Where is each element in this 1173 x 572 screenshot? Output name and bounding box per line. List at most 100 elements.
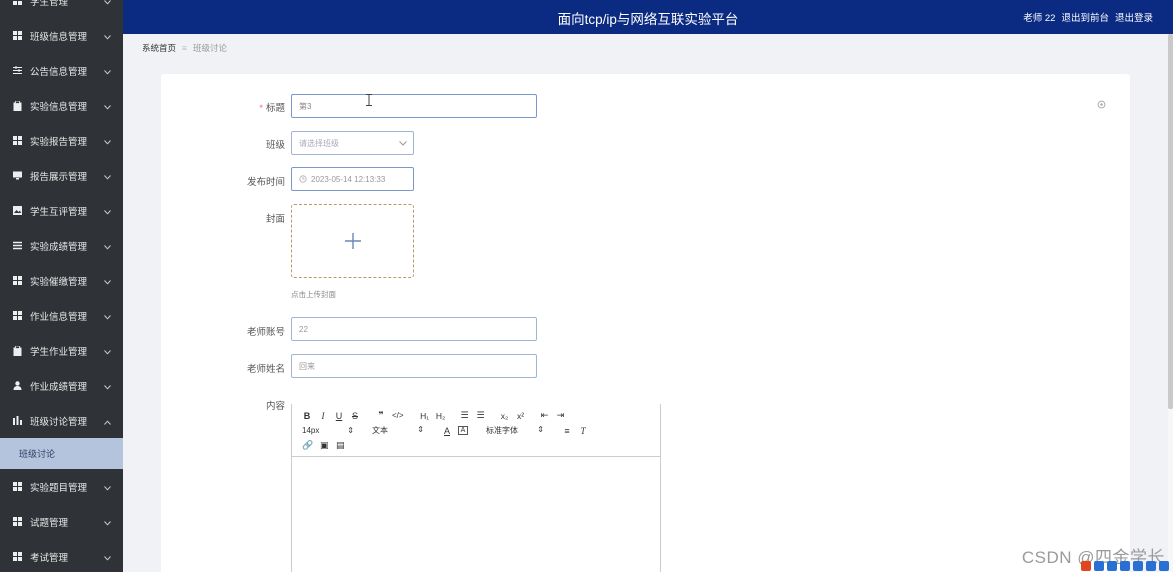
sidebar-item-label: 作业信息管理 [30,311,88,323]
sidebar-item[interactable]: 学生互评管理 [0,193,123,228]
ime-grid-icon [1159,560,1169,571]
editor-content-area[interactable] [292,458,660,572]
title-input-value: 第3 [299,101,312,111]
required-mark: * [259,103,263,114]
grid-icon [12,276,22,286]
ime-logo-icon [1081,560,1091,571]
sidebar-item[interactable]: 班级讨论管理 [0,403,123,438]
settings-icon[interactable] [1097,100,1106,109]
sidebar-subitem-class-discussion[interactable]: 班级讨论 [0,438,123,469]
header-actions: 老师 22 退出到前台 退出登录 [1023,10,1153,24]
indent-icon[interactable]: ⇥ [556,410,566,421]
italic-icon[interactable]: I [318,411,328,421]
grid-icon [12,552,22,562]
sidebar-item[interactable]: 考试管理 [0,539,123,572]
teacher-name-input[interactable]: 回来 [291,354,537,378]
sidebar-item[interactable]: 实验报告管理 [0,123,123,158]
class-select[interactable]: 请选择班级 [291,131,414,155]
teacher-account-input[interactable]: 22 [291,317,537,341]
heading2-icon[interactable]: H₂ [436,411,446,421]
clock-icon [299,175,307,183]
bold-icon[interactable]: B [302,411,312,421]
ordered-list-icon[interactable]: ☰ [460,410,470,421]
chevron-down-icon [104,32,111,43]
sidebar-item[interactable]: 学生管理 [0,0,123,18]
sidebar-item[interactable]: 实验题目管理 [0,469,123,504]
chevron-down-icon [104,518,111,529]
chevron-down-icon [104,242,111,253]
user-icon [12,381,22,391]
chevron-down-icon [104,0,111,8]
font-size-select[interactable]: 14px ⇕ [302,426,354,435]
strikethrough-icon[interactable]: S [350,411,360,421]
font-family-value: 标准字体 [486,426,518,435]
page-scrollbar[interactable] [1168,34,1173,572]
image-icon[interactable]: ▣ [319,440,329,451]
paragraph-value: 文本 [372,426,388,435]
scrollbar-thumb[interactable] [1168,34,1173,409]
class-select-placeholder: 请选择班级 [299,138,339,148]
sidebar-item[interactable]: 作业信息管理 [0,298,123,333]
title-label: * 标题 [259,103,285,114]
sidebar-item[interactable]: 学生作业管理 [0,333,123,368]
background-color-icon[interactable]: A [458,426,468,435]
grid-icon [12,311,22,321]
chevron-down-icon [104,137,111,148]
sidebar-item[interactable]: 班级信息管理 [0,18,123,53]
sidebar-item-label: 实验成绩管理 [30,241,88,253]
app-title: 面向tcp/ip与网络互联实验平台 [557,12,739,27]
sidebar: 学生管理 班级信息管理 公告信息管理 实验信息管理 实验报告管理 报告展示管理 学生互评管理… [0,0,123,572]
publish-time-value: 2023-05-14 12:13:33 [311,174,386,184]
content-label: 内容 [265,401,285,412]
list-icon [12,241,22,251]
plus-icon [344,233,361,249]
chevron-down-icon [104,483,111,494]
font-color-icon[interactable]: A [442,426,452,436]
align-icon[interactable]: ≡ [562,426,572,436]
breadcrumb-current: 班级讨论 [192,43,227,53]
grid-icon [12,482,22,492]
sidebar-item[interactable]: 报告展示管理 [0,158,123,193]
chevron-down-icon [104,207,111,218]
link-icon[interactable]: 🔗 [302,440,313,451]
sidebar-item[interactable]: 作业成绩管理 [0,368,123,403]
breadcrumb-separator-icon: ≡ [182,43,187,53]
sidebar-item[interactable]: 公告信息管理 [0,53,123,88]
sidebar-item-label: 班级讨论管理 [30,416,88,428]
sidebar-item[interactable]: 实验成绩管理 [0,228,123,263]
sidebar-item[interactable]: 试题管理 [0,504,123,539]
image-icon [12,206,22,216]
superscript-icon[interactable]: x² [516,411,526,421]
blockquote-icon[interactable]: ❞ [376,410,386,421]
outdent-icon[interactable]: ⇤ [540,410,550,421]
cover-label: 封面 [265,214,285,225]
updown-icon: ⇕ [537,425,544,434]
clear-format-icon[interactable]: T [578,426,588,436]
logout-link[interactable]: 退出登录 [1115,10,1153,24]
paragraph-select[interactable]: 文本 ⇕ [372,425,424,436]
teacher-account-label: 老师账号 [246,327,285,338]
chevron-down-icon [104,277,111,288]
chevron-down-icon [104,382,111,393]
rich-text-editor: B I U S ❞ </> H₁ H₂ ☰ ☰ x₂ x² ⇤ ⇥ 14px ⇕ [291,404,661,572]
sidebar-item[interactable]: 实验信息管理 [0,88,123,123]
font-family-select[interactable]: 标准字体 ⇕ [486,425,544,436]
breadcrumb-home[interactable]: 系统首页 [142,42,176,54]
cover-upload[interactable] [291,204,414,278]
font-size-value: 14px [302,426,320,435]
code-block-icon[interactable]: </> [392,411,404,420]
publish-time-picker[interactable]: 2023-05-14 12:13:33 [291,167,414,191]
teacher-name-label: 老师姓名 [246,364,285,375]
bullet-list-icon[interactable]: ☰ [476,410,486,421]
heading1-icon[interactable]: H₁ [420,411,430,421]
subscript-icon[interactable]: x₂ [500,411,510,421]
video-icon[interactable]: ▤ [335,440,345,451]
text-cursor-icon [366,94,372,106]
title-input[interactable]: 第3 [291,94,537,118]
back-to-frontend-link[interactable]: 退出到前台 [1061,10,1109,24]
sidebar-item[interactable]: 实验催缴管理 [0,263,123,298]
updown-icon: ⇕ [347,426,354,435]
underline-icon[interactable]: U [334,411,344,421]
sliders-icon [12,66,22,76]
updown-icon: ⇕ [417,425,424,434]
